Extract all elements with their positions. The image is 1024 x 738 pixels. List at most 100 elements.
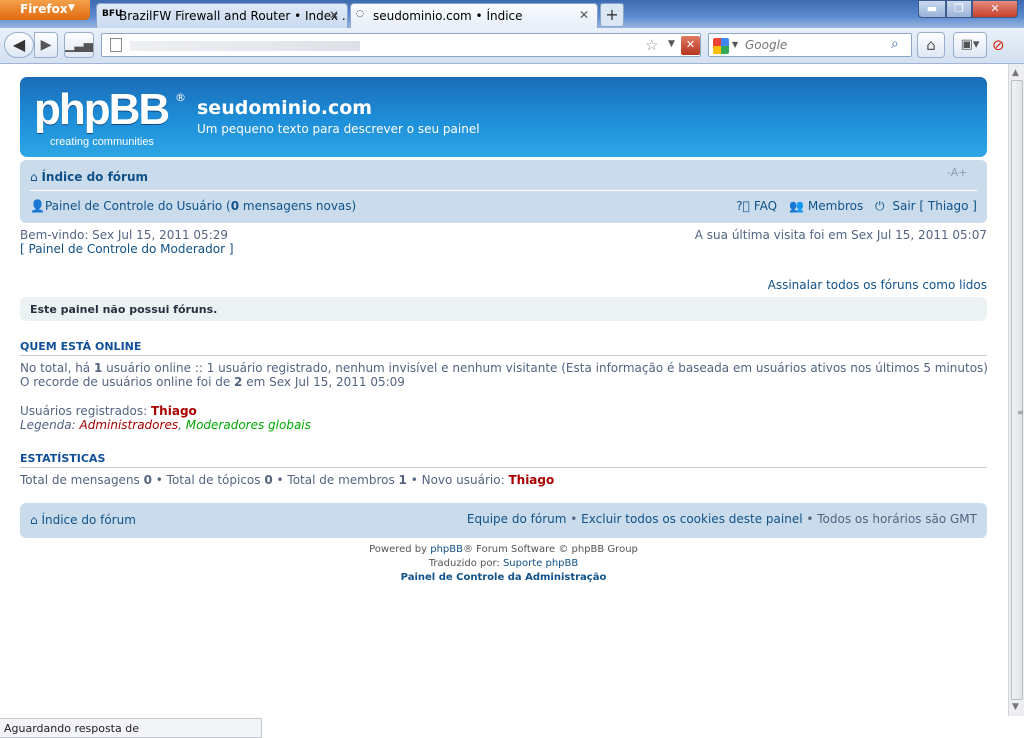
google-icon[interactable] <box>713 38 729 54</box>
noscript-icon[interactable]: ⊘ <box>992 36 1005 54</box>
page-icon <box>110 38 122 52</box>
chevron-down-icon[interactable]: ▼ <box>668 39 675 49</box>
scroll-up-icon[interactable]: ▲ <box>1012 68 1019 78</box>
scroll-thumb[interactable]: ≡ <box>1011 80 1024 700</box>
ucp-link[interactable]: 👤Painel de Controle do Usuário (0 mensag… <box>30 199 356 213</box>
puzzle-icon: ▣▾ <box>960 37 980 52</box>
tab-seudominio[interactable]: ◌ seudominio.com • Índice ✕ <box>350 3 598 28</box>
firefox-menu-button[interactable]: Firefox ▼ <box>0 0 90 20</box>
tab-brazilfw[interactable]: BFU BrazilFW Firewall and Router • Index… <box>96 3 348 28</box>
close-icon[interactable]: ✕ <box>329 8 339 22</box>
who-is-online-title[interactable]: QUEM ESTÁ ONLINE <box>20 340 987 356</box>
logout-label: Sair [ Thiago ] <box>892 199 977 213</box>
online-record: O recorde de usuários online foi de 2 em… <box>20 375 405 389</box>
team-link[interactable]: Equipe do fórum <box>467 512 567 526</box>
faq-label: FAQ <box>753 199 778 213</box>
members-count-label: • Total de membros <box>272 473 399 487</box>
logout-link[interactable]: ⏻ Sair [ Thiago ] <box>871 199 977 213</box>
vertical-scrollbar[interactable]: ▲ ≡ ▼ <box>1008 64 1024 716</box>
forward-button[interactable]: ▶ <box>34 32 58 58</box>
divider <box>30 190 977 191</box>
separator: • <box>566 512 582 526</box>
online-record-b: em Sex Jul 15, 2011 05:09 <box>242 375 405 389</box>
legend-label: Legenda: <box>20 418 80 432</box>
members-link[interactable]: 👥 Membros <box>785 199 863 213</box>
bookmarks-button[interactable]: ▁▃▅ <box>64 32 94 58</box>
search-input[interactable] <box>745 38 885 52</box>
back-button[interactable]: ◀ <box>4 32 34 58</box>
bookmark-star-icon[interactable]: ☆ <box>645 36 658 54</box>
online-total-b: usuário online :: 1 usuário registrado, … <box>102 361 988 375</box>
close-icon[interactable]: ✕ <box>579 8 589 22</box>
last-visit: A sua última visita foi em Sex Jul 15, 2… <box>694 228 987 242</box>
footer-forum-index-link[interactable]: ⌂ Índice do fórum <box>30 513 136 527</box>
forum-index-link[interactable]: ⌂ Índice do fórum <box>30 170 148 184</box>
home-button[interactable]: ⌂ <box>917 32 945 58</box>
mcp-link[interactable]: [ Painel de Controle do Moderador ] <box>20 242 234 256</box>
translated-a: Traduzido por: <box>428 558 503 569</box>
footer-home-label: Índice do fórum <box>41 513 136 527</box>
delete-cookies-link[interactable]: Excluir todos os cookies deste painel <box>581 512 802 526</box>
search-box[interactable]: ▼ ⌕ <box>708 33 912 57</box>
welcome-date: Bem-vindo: Sex Jul 15, 2011 05:29 <box>20 228 229 242</box>
tab-label: seudominio.com • Índice <box>373 9 523 23</box>
registered-users: Usuários registrados: Thiago <box>20 404 197 418</box>
grip-icon: ≡ <box>1017 408 1024 417</box>
no-forums-notice: Este painel não possui fóruns. <box>20 297 987 321</box>
browser-chrome: Firefox ▼ BFU BrazilFW Firewall and Route… <box>0 0 1024 64</box>
arrow-left-icon: ◀ <box>12 35 26 54</box>
legend-mods-link[interactable]: Moderadores globais <box>186 418 311 432</box>
maximize-button[interactable]: ❐ <box>946 0 972 18</box>
legend: Legenda: Administradores, Moderadores gl… <box>20 418 311 432</box>
font-size-toggle[interactable]: -A+ <box>947 166 967 179</box>
powered-a: Powered by <box>369 544 431 555</box>
faq-link[interactable]: ?⃝ FAQ <box>732 199 777 213</box>
arrow-right-icon: ▶ <box>40 37 52 53</box>
tab-label: BrazilFW Firewall and Router • Index ... <box>119 9 348 23</box>
online-total-a: No total, há <box>20 361 94 375</box>
forum-index-label: Índice do fórum <box>41 170 149 184</box>
stop-button[interactable]: ✕ <box>681 36 700 55</box>
scroll-down-icon[interactable]: ▼ <box>1012 702 1019 712</box>
members-icon: 👥 <box>788 199 804 213</box>
window-close-button[interactable]: ✕ <box>972 0 1018 18</box>
minimize-button[interactable]: ▬ <box>918 0 946 18</box>
newest-label: • Novo usuário: <box>406 473 509 487</box>
timezone-info: Todos os horários são GMT <box>817 512 977 526</box>
legend-admins-link[interactable]: Administradores <box>80 418 179 432</box>
footer-links: Equipe do fórum • Excluir todos os cooki… <box>467 512 977 526</box>
addon-button[interactable]: ▣▾ <box>953 32 987 58</box>
topics-label: • Total de tópicos <box>151 473 265 487</box>
ucp-prefix: Painel de Controle do Usuário ( <box>44 199 231 213</box>
statistics-line: Total de mensagens 0 • Total de tópicos … <box>20 473 554 487</box>
mark-forums-read-link[interactable]: Assinalar todos os fóruns como lidos <box>768 278 987 292</box>
posts-label: Total de mensagens <box>20 473 144 487</box>
search-icon[interactable]: ⌕ <box>891 36 899 52</box>
user-link-thiago[interactable]: Thiago <box>151 404 197 418</box>
powered-by: Powered by phpBB® Forum Software © phpBB… <box>20 543 987 557</box>
members-count: 1 <box>398 473 407 487</box>
question-icon: ?⃝ <box>736 199 750 213</box>
site-description: Um pequeno texto para descrever o seu pa… <box>197 122 480 136</box>
ucp-new-count: 0 <box>230 199 240 213</box>
chevron-down-icon[interactable]: ▼ <box>732 40 738 49</box>
page-content: phpBB ® creating communities seudominio.… <box>0 64 1008 716</box>
translator-link[interactable]: Suporte phpBB <box>503 558 578 569</box>
phpbb-logo[interactable]: phpBB ® creating communities <box>34 85 186 148</box>
home-icon: ⌂ <box>926 36 936 54</box>
nav-panel: ⌂ Índice do fórum -A+ 👤Painel de Control… <box>20 160 987 223</box>
logo-text: phpBB <box>34 85 170 134</box>
tab-favicon: BFU <box>102 9 123 19</box>
statistics-title: ESTATÍSTICAS <box>20 452 987 468</box>
newest-user-link[interactable]: Thiago <box>508 473 554 487</box>
members-label: Membros <box>807 199 864 213</box>
user-links: ?⃝ FAQ 👥 Membros ⏻ Sair [ Thiago ] <box>728 199 977 214</box>
new-tab-button[interactable]: + <box>600 3 624 27</box>
phpbb-link[interactable]: phpBB <box>430 544 463 555</box>
registered-label: Usuários registrados: <box>20 404 151 418</box>
logo-registered: ® <box>175 91 186 104</box>
home-icon: ⌂ <box>30 170 42 184</box>
acp-link[interactable]: Painel de Controle da Administração <box>20 571 987 585</box>
url-bar[interactable]: ☆ ▼ ✕ <box>101 33 701 57</box>
site-title: seudominio.com <box>197 97 373 119</box>
